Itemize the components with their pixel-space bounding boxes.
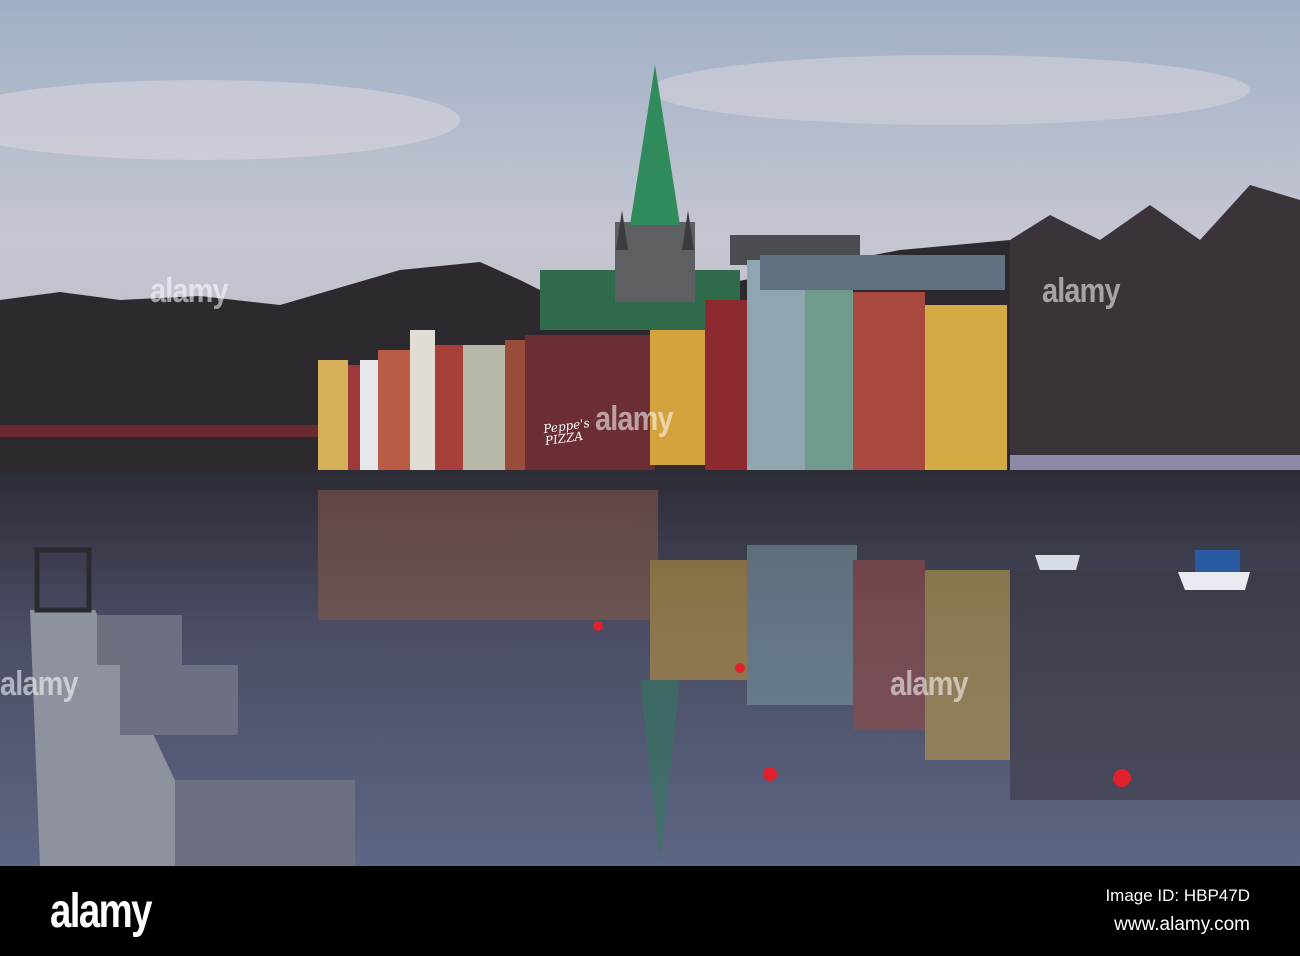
- footer-bar: alamy Image ID: HBP47D www.alamy.com: [0, 866, 1300, 956]
- image-id: Image ID: HBP47D: [1105, 886, 1250, 905]
- buoy: [1113, 769, 1131, 787]
- watermark: alamy: [0, 665, 79, 703]
- site-url: www.alamy.com: [1114, 914, 1250, 935]
- buoy: [593, 621, 603, 631]
- alamy-logo: alamy: [50, 885, 152, 938]
- watermark: alamy: [595, 400, 674, 438]
- watermark: alamy: [890, 665, 969, 703]
- buoy: [763, 767, 777, 781]
- watermark: alamy: [1042, 272, 1121, 310]
- buoy: [735, 663, 745, 673]
- cloud: [650, 55, 1250, 125]
- bridge: [0, 425, 318, 437]
- boat: [1178, 572, 1250, 590]
- boat-cabin: [1195, 550, 1240, 572]
- watermark: alamy: [150, 272, 229, 310]
- boat: [1035, 555, 1080, 570]
